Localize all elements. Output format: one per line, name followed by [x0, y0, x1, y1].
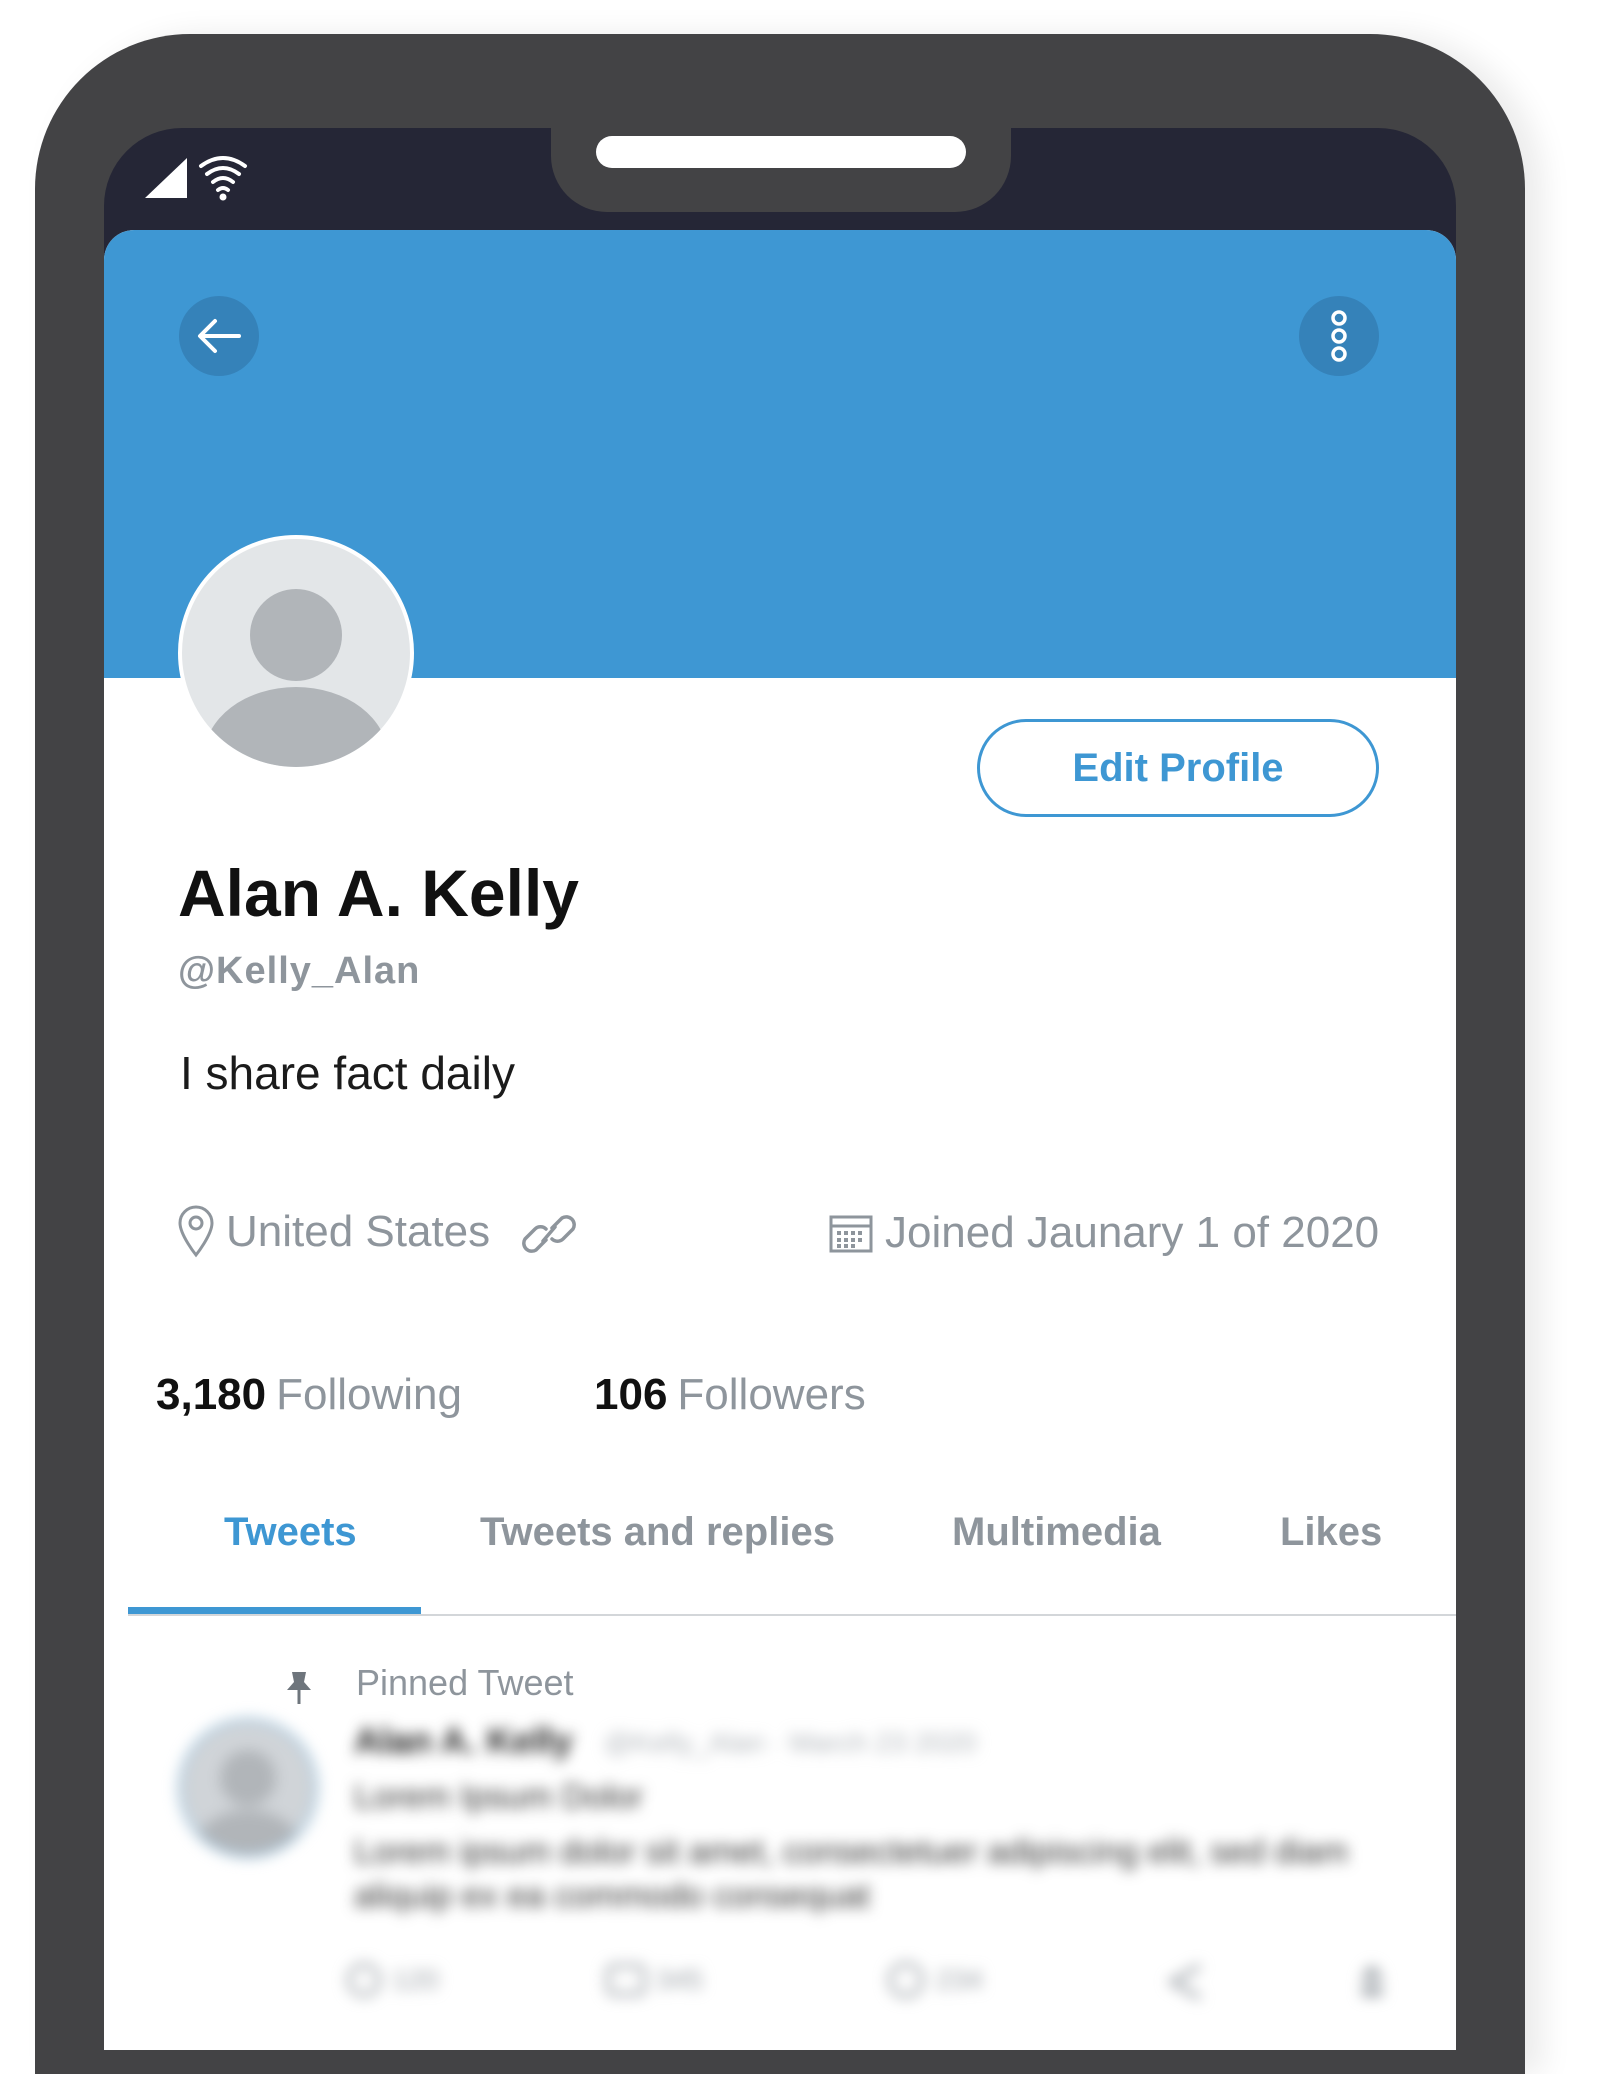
arrow-left-icon [198, 319, 241, 353]
joined-text: Joined Jaunary 1 of 2020 [885, 1208, 1380, 1257]
like-count: 234 [936, 1964, 983, 1995]
signal-icon [145, 158, 187, 198]
profile-screen: Edit Profile Alan A. Kelly @Kelly_Alan I… [104, 230, 1456, 2050]
status-bar [145, 154, 255, 209]
back-button[interactable] [179, 296, 259, 376]
following-stat[interactable]: 3,180 Following [156, 1370, 462, 1420]
tab-tweets-and-replies[interactable]: Tweets and replies [480, 1510, 835, 1555]
calendar-icon [829, 1215, 873, 1253]
following-label: Following [276, 1370, 462, 1419]
retweet-icon [606, 1964, 646, 1996]
location-pin-icon [178, 1205, 214, 1258]
default-user-icon [194, 1750, 302, 1854]
location-text: United States [226, 1207, 491, 1256]
profile-location: United States [176, 1205, 490, 1259]
tweet-meta: @Kelly_Alan · March 23 2020 [604, 1727, 977, 1758]
reply-action[interactable]: 120 [344, 1960, 439, 2000]
share-icon [1166, 1963, 1202, 2001]
comment-icon [347, 1963, 381, 1997]
profile-joined-date: Joined Jaunary 1 of 2020 [829, 1208, 1379, 1258]
default-user-icon [204, 589, 388, 767]
wifi-icon [199, 156, 247, 192]
upload-action[interactable] [1354, 1960, 1390, 2000]
heart-icon [888, 1962, 924, 1998]
phone-speaker [596, 136, 966, 168]
tabs-divider [128, 1614, 1456, 1616]
active-tab-indicator [128, 1607, 421, 1614]
pinned-tweet-header: Pinned Tweet [287, 1662, 574, 1704]
pinned-tweet-label: Pinned Tweet [356, 1662, 574, 1703]
tweet-author-name: Alan A. Kelly [354, 1720, 573, 1761]
more-options-button[interactable] [1299, 296, 1379, 376]
retweet-count: 345 [656, 1964, 703, 1995]
followers-label: Followers [677, 1370, 866, 1419]
tweet-body: Lorem ipsum dolor sit amet, consectetuer… [354, 1833, 1349, 1915]
tab-multimedia[interactable]: Multimedia [952, 1510, 1161, 1555]
like-action[interactable]: 234 [884, 1960, 983, 2000]
tweet-author-avatar [178, 1718, 318, 1858]
profile-avatar[interactable] [178, 535, 414, 771]
following-count: 3,180 [156, 1370, 267, 1419]
share-action[interactable] [1164, 1960, 1208, 2004]
profile-name: Alan A. Kelly [178, 856, 579, 930]
retweet-action[interactable]: 345 [604, 1960, 703, 2000]
reply-count: 120 [392, 1964, 439, 1995]
tab-likes[interactable]: Likes [1280, 1510, 1382, 1555]
edit-profile-button[interactable]: Edit Profile [977, 719, 1379, 817]
profile-handle: @Kelly_Alan [178, 950, 421, 992]
profile-bio: I share fact daily [180, 1047, 515, 1099]
link-icon[interactable] [522, 1210, 576, 1258]
followers-count: 106 [594, 1370, 668, 1419]
pin-icon [287, 1672, 311, 1704]
upload-icon [1360, 1964, 1384, 1996]
followers-stat[interactable]: 106 Followers [594, 1370, 866, 1420]
tweet-title: Lorem Ipsum Dolor [354, 1778, 644, 1816]
more-vertical-icon [1331, 310, 1347, 362]
tab-tweets[interactable]: Tweets [224, 1510, 357, 1555]
